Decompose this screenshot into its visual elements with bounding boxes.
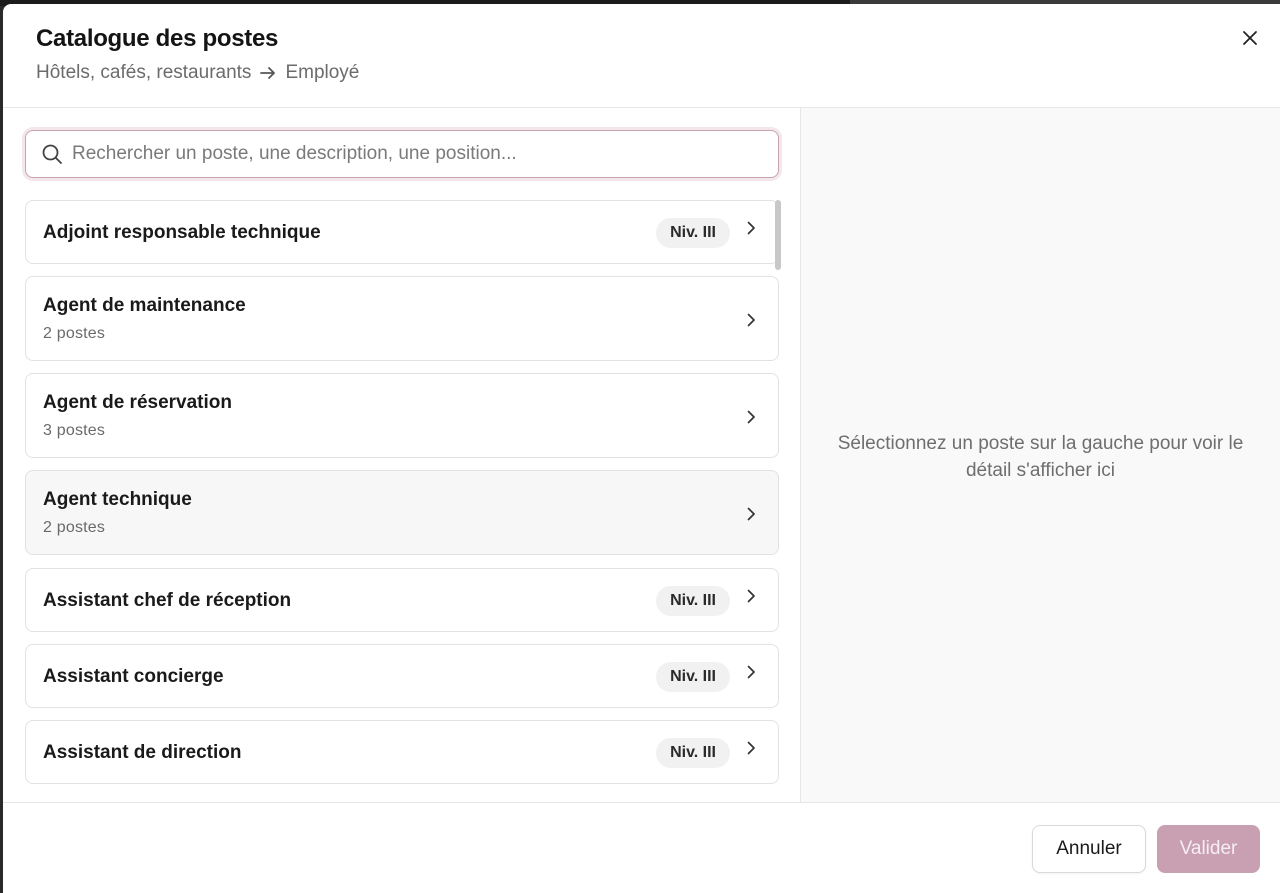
position-card[interactable]: Agent de réservation 3 postes [25,373,779,458]
close-button[interactable] [1238,26,1262,50]
position-card[interactable]: Assistant chef de réception Niv. III [25,568,779,632]
chevron-right-icon [744,665,758,679]
position-card[interactable]: Assistant de direction Niv. III [25,720,779,784]
list-scrollbar[interactable] [775,200,781,270]
chevron-right-icon [744,221,758,235]
level-badge: Niv. III [656,586,730,616]
position-count: 3 postes [43,422,106,439]
breadcrumb-category: Employé [285,62,360,83]
empty-detail-message: Sélectionnez un poste sur la gauche pour… [837,433,1244,481]
position-card[interactable]: Agent de maintenance 2 postes [25,276,779,361]
cancel-button[interactable]: Annuler [1032,825,1146,873]
chevron-right-icon [744,589,758,603]
position-title: Adjoint responsable technique [43,222,321,243]
search-input[interactable] [72,131,778,177]
position-title: Agent de réservation [43,392,232,413]
close-icon [1243,31,1257,45]
position-card[interactable]: Adjoint responsable technique Niv. III [25,200,779,264]
validate-button[interactable]: Valider [1157,825,1260,873]
chevron-right-icon [744,741,758,755]
level-badge: Niv. III [656,738,730,768]
positions-pane: Adjoint responsable technique Niv. III Age… [3,108,801,802]
level-badge: Niv. III [656,218,730,248]
chevron-right-icon [744,313,758,327]
position-count: 2 postes [43,325,106,342]
breadcrumb: Hôtels, cafés, restaurants Employé [36,62,359,84]
position-title: Agent technique [43,489,192,510]
position-title: Assistant de direction [43,742,242,763]
position-title: Agent de maintenance [43,295,246,316]
breadcrumb-sector: Hôtels, cafés, restaurants [36,62,252,83]
position-catalog-dialog: Catalogue des postes Hôtels, cafés, rest… [3,4,1280,893]
dialog-header: Catalogue des postes Hôtels, cafés, rest… [3,4,1280,108]
position-detail-pane: Sélectionnez un poste sur la gauche pour… [801,108,1280,802]
position-count: 2 postes [43,519,106,536]
arrow-right-icon [259,64,277,82]
chevron-right-icon [744,507,758,521]
position-card[interactable]: Agent technique 2 postes [25,470,779,555]
position-title: Assistant chef de réception [43,590,292,611]
position-title: Assistant concierge [43,666,224,687]
chevron-right-icon [744,410,758,424]
dialog-title: Catalogue des postes [36,25,279,52]
search-icon [41,143,63,165]
position-card[interactable]: Assistant concierge Niv. III [25,644,779,708]
level-badge: Niv. III [656,662,730,692]
search-field[interactable] [25,130,779,178]
dialog-footer: Annuler Valider [3,802,1280,893]
